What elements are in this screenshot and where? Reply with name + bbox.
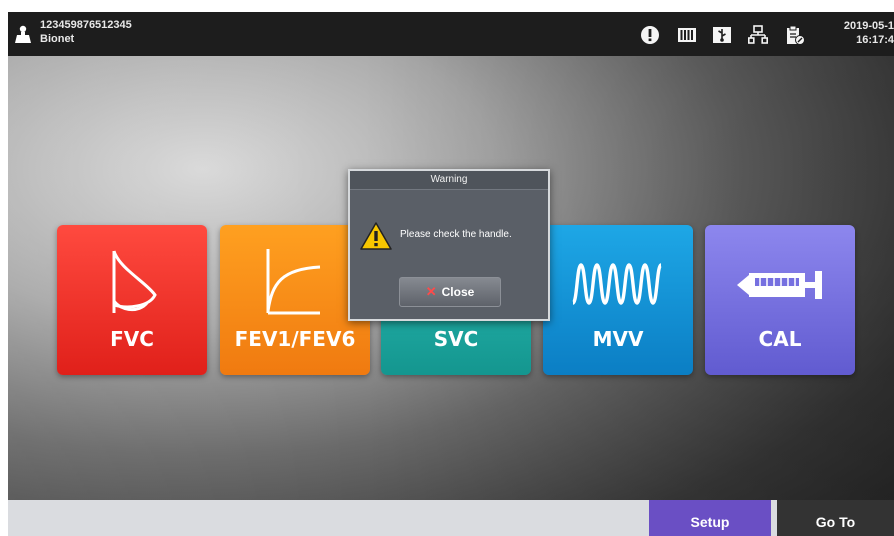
close-icon: ✕ [425,284,437,299]
device-id: 123459876512345 [40,19,132,31]
battery-level-icon [678,28,696,42]
warning-icon [360,222,392,250]
close-button-label: Close [441,285,475,299]
app-screen: 123459876512345 Bionet 2019-05-1 16:17:4… [8,12,894,536]
network-name: Bionet [40,33,75,45]
status-bar: 123459876512345 Bionet 2019-05-1 16:17:4 [8,12,894,56]
clipboard-edit-icon [787,25,805,45]
tile-fvc-label: FVC [110,327,154,351]
dialog-title: Warning [350,171,548,190]
date-text: 2019-05-1 [843,20,894,32]
datetime: 2019-05-1 16:17:4 [832,19,894,47]
mvv-wave-icon [571,263,663,305]
fvc-loop-icon [112,250,157,313]
alert-icon[interactable] [640,25,660,45]
network-icon [748,25,768,44]
user-icon [15,25,31,43]
tile-fev1-fev6-label: FEV1/FEV6 [234,327,356,351]
dialog-message: Please check the handle. [400,229,512,240]
time-text: 16:17:4 [856,34,894,46]
calibration-syringe-icon [737,271,822,299]
close-button[interactable]: ✕ Close [399,277,501,307]
tile-cal[interactable]: CAL [705,225,855,375]
goto-button[interactable]: Go To [777,500,894,536]
tile-mvv[interactable]: MVV [543,225,693,375]
tile-mvv-label: MVV [592,327,644,351]
usb-icon [713,27,731,43]
tile-cal-label: CAL [758,327,802,351]
warning-dialog: Warning Please check the handle. ✕ Close [348,169,550,321]
tile-svc-label: SVC [433,327,479,351]
setup-button[interactable]: Setup [649,500,771,536]
tile-fvc[interactable]: FVC [57,225,207,375]
bottom-bar: Setup Go To [8,500,894,536]
